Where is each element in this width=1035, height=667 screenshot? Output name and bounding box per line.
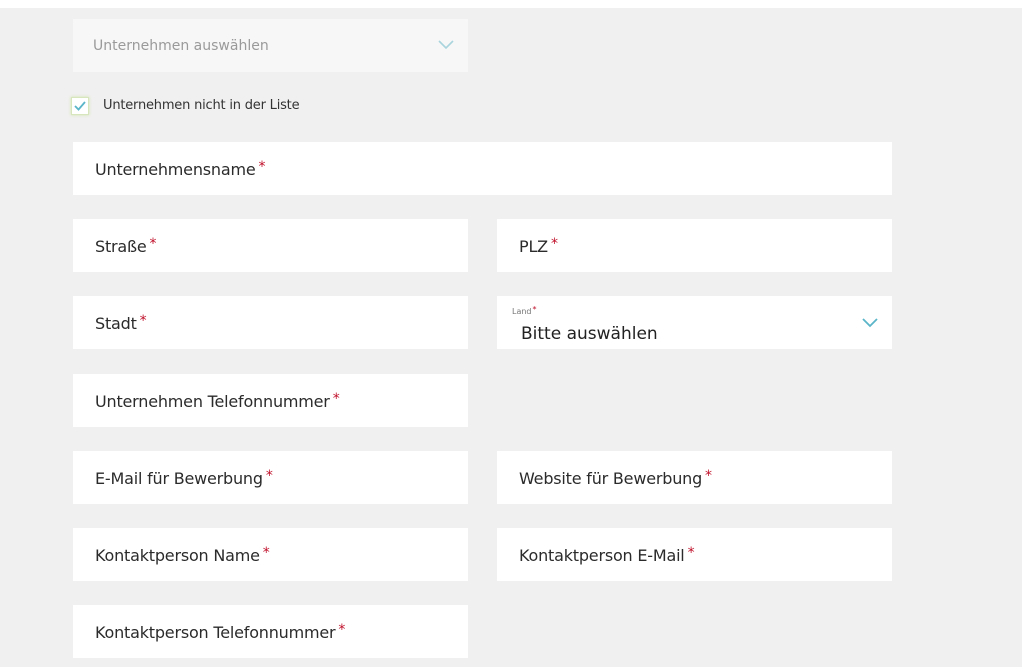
company-phone-field[interactable]: Unternehmen Telefonnummer * — [73, 374, 468, 427]
not-in-list-checkbox[interactable] — [71, 97, 89, 115]
zip-label: PLZ * — [519, 235, 558, 256]
country-value: Bitte auswählen — [521, 324, 658, 344]
chevron-down-icon — [862, 318, 878, 328]
company-name-label: Unternehmensname * — [95, 158, 266, 179]
company-phone-label: Unternehmen Telefonnummer * — [95, 390, 340, 411]
required-marker: * — [687, 544, 695, 561]
required-marker: * — [139, 312, 147, 329]
contact-email-label: Kontaktperson E-Mail * — [519, 544, 695, 565]
street-label: Straße * — [95, 235, 157, 256]
application-email-field[interactable]: E-Mail für Bewerbung * — [73, 451, 468, 504]
contact-phone-field[interactable]: Kontaktperson Telefonnummer * — [73, 605, 468, 658]
required-marker: * — [550, 235, 558, 252]
company-name-field[interactable]: Unternehmensname * — [73, 142, 892, 195]
company-select[interactable]: Unternehmen auswählen — [73, 19, 468, 72]
check-icon — [74, 101, 86, 111]
required-marker: * — [705, 467, 712, 484]
contact-email-field[interactable]: Kontaktperson E-Mail * — [497, 528, 892, 581]
required-marker: * — [338, 621, 346, 638]
street-field[interactable]: Straße * — [73, 219, 468, 272]
application-website-label: Website für Bewerbung * — [519, 467, 712, 488]
city-label: Stadt * — [95, 312, 147, 333]
contact-phone-label: Kontaktperson Telefonnummer * — [95, 621, 346, 642]
zip-field[interactable]: PLZ * — [497, 219, 892, 272]
required-marker: * — [262, 544, 270, 561]
required-marker: * — [258, 158, 266, 175]
not-in-list-label: Unternehmen nicht in der Liste — [103, 98, 300, 113]
company-select-placeholder: Unternehmen auswählen — [93, 37, 269, 54]
city-field[interactable]: Stadt * — [73, 296, 468, 349]
required-marker: * — [265, 467, 273, 484]
country-label: Land* — [512, 305, 537, 316]
chevron-down-icon — [438, 40, 454, 50]
country-select[interactable]: Land* Bitte auswählen — [497, 296, 892, 349]
application-website-field[interactable]: Website für Bewerbung * — [497, 451, 892, 504]
contact-name-field[interactable]: Kontaktperson Name * — [73, 528, 468, 581]
contact-name-label: Kontaktperson Name * — [95, 544, 270, 565]
required-marker: * — [149, 235, 157, 252]
required-marker: * — [532, 305, 537, 314]
required-marker: * — [332, 390, 340, 407]
application-email-label: E-Mail für Bewerbung * — [95, 467, 273, 488]
